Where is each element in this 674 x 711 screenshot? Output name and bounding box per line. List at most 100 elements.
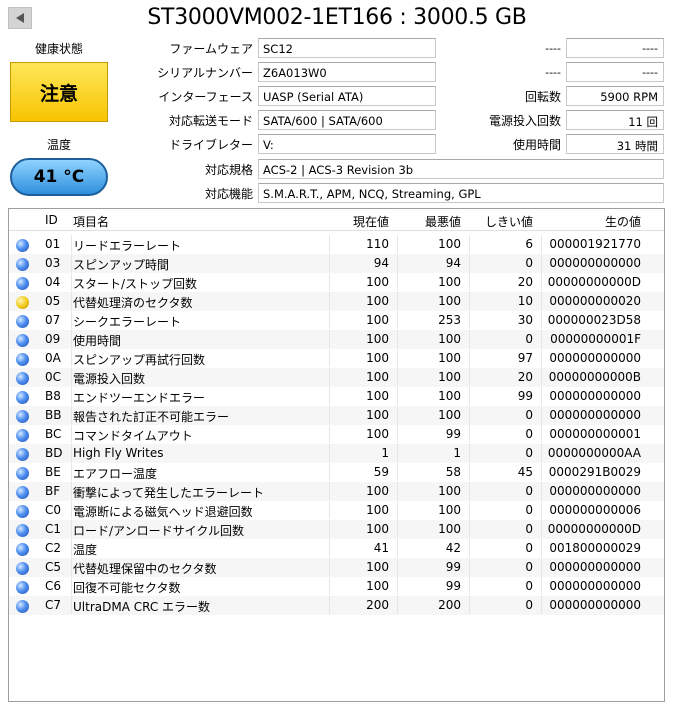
cell-raw: 000000023D58 <box>547 313 641 327</box>
cell-threshold: 0 <box>525 503 533 517</box>
cell-id: BE <box>45 465 61 479</box>
cell-raw: 000001921770 <box>549 237 641 251</box>
cell-id: 09 <box>45 332 61 346</box>
cell-current: 100 <box>366 427 389 441</box>
transfer-mode-label: 対応転送モード <box>168 114 253 128</box>
table-row[interactable]: 05 代替処理済のセクタ数 100 100 10 000000000020 <box>9 292 664 311</box>
cell-current: 1 <box>381 446 389 460</box>
unknown-field-2: ---- <box>566 62 664 82</box>
cell-id: BB <box>45 408 62 422</box>
cell-worst: 99 <box>445 560 461 574</box>
table-row[interactable]: C2 温度 41 42 0 001800000029 <box>9 539 664 558</box>
table-header: ID 項目名 現在値 最悪値 しきい値 生の値 <box>9 209 664 231</box>
column-divider <box>71 311 72 329</box>
column-divider <box>71 387 72 405</box>
power-hours-label: 使用時間 <box>512 138 561 152</box>
health-status-badge[interactable]: 注意 <box>10 62 108 122</box>
table-row[interactable]: 04 スタート/ストップ回数 100 100 20 00000000000D <box>9 273 664 292</box>
column-divider <box>71 368 72 386</box>
table-row[interactable]: C7 UltraDMA CRC エラー数 200 200 0 000000000000 <box>9 596 664 615</box>
cell-id: BC <box>45 427 62 441</box>
table-row[interactable]: BF 衝撃によって発生したエラーレート 100 100 0 000000000000 <box>9 482 664 501</box>
unknown-label-1: ---- <box>545 42 561 55</box>
status-dot-icon <box>16 315 29 328</box>
table-row[interactable]: 01 リードエラーレート 110 100 6 000001921770 <box>9 235 664 254</box>
cell-raw: 000000000000 <box>549 351 641 365</box>
cell-raw: 00000000000B <box>548 370 641 384</box>
cell-threshold: 0 <box>525 484 533 498</box>
status-dot-icon <box>16 334 29 347</box>
cell-id: BF <box>45 484 61 498</box>
header-worst[interactable]: 最悪値 <box>393 213 461 230</box>
header-raw[interactable]: 生の値 <box>537 213 641 230</box>
status-dot-icon <box>16 239 29 252</box>
table-row[interactable]: 09 使用時間 100 100 0 00000000001F <box>9 330 664 349</box>
cell-worst: 99 <box>445 579 461 593</box>
cell-raw: 000000000000 <box>549 579 641 593</box>
cell-current: 100 <box>366 579 389 593</box>
table-row[interactable]: C5 代替処理保留中のセクタ数 100 99 0 000000000000 <box>9 558 664 577</box>
cell-raw: 0000000000AA <box>547 446 641 460</box>
table-row[interactable]: BD High Fly Writes 1 1 0 0000000000AA <box>9 444 664 463</box>
status-dot-icon <box>16 600 29 613</box>
header-id[interactable]: ID <box>45 213 58 227</box>
status-dot-icon <box>16 562 29 575</box>
cell-current: 100 <box>366 313 389 327</box>
column-divider <box>71 406 72 424</box>
table-row[interactable]: 07 シークエラーレート 100 253 30 000000023D58 <box>9 311 664 330</box>
cell-current: 100 <box>366 484 389 498</box>
cell-current: 94 <box>373 256 389 270</box>
cell-name: コマンドタイムアウト <box>73 429 193 443</box>
cell-current: 110 <box>366 237 389 251</box>
cell-current: 100 <box>366 408 389 422</box>
column-divider <box>71 558 72 576</box>
cell-raw: 000000000000 <box>549 598 641 612</box>
cell-worst: 42 <box>445 541 461 555</box>
table-row[interactable]: B8 エンドツーエンドエラー 100 100 99 000000000000 <box>9 387 664 406</box>
cell-current: 200 <box>366 598 389 612</box>
unknown-label-2: ---- <box>545 66 561 79</box>
header-name[interactable]: 項目名 <box>73 213 109 230</box>
cell-id: C5 <box>45 560 62 574</box>
cell-threshold: 0 <box>525 427 533 441</box>
table-row[interactable]: 0A スピンアップ再試行回数 100 100 97 000000000000 <box>9 349 664 368</box>
table-row[interactable]: C1 ロード/アンロードサイクル回数 100 100 0 00000000000D <box>9 520 664 539</box>
serial-label: シリアルナンバー <box>157 66 253 80</box>
cell-name: UltraDMA CRC エラー数 <box>73 600 211 614</box>
cell-name: エアフロー温度 <box>73 467 158 481</box>
cell-threshold: 0 <box>525 408 533 422</box>
table-row[interactable]: BB 報告された訂正不可能エラー 100 100 0 000000000000 <box>9 406 664 425</box>
cell-id: 07 <box>45 313 61 327</box>
cell-current: 100 <box>366 370 389 384</box>
cell-id: C7 <box>45 598 62 612</box>
temperature-badge[interactable]: 41 °C <box>10 158 108 196</box>
table-row[interactable]: BC コマンドタイムアウト 100 99 0 000000000001 <box>9 425 664 444</box>
status-dot-icon <box>16 486 29 499</box>
health-status-label: 健康状態 <box>34 42 83 56</box>
cell-threshold: 0 <box>525 598 533 612</box>
cell-name: High Fly Writes <box>73 446 164 460</box>
cell-current: 41 <box>373 541 389 555</box>
interface-label: インターフェース <box>158 90 253 104</box>
smart-attributes-table[interactable]: ID 項目名 現在値 最悪値 しきい値 生の値 01 リードエラーレート 110 10… <box>8 208 665 702</box>
table-row[interactable]: C0 電源断による磁気ヘッド退避回数 100 100 0 000000000006 <box>9 501 664 520</box>
cell-name: スピンアップ再試行回数 <box>73 353 206 367</box>
cell-name: シークエラーレート <box>73 315 182 329</box>
cell-name: スピンアップ時間 <box>73 258 170 272</box>
firmware-field: SC12 <box>258 38 436 58</box>
header-current[interactable]: 現在値 <box>325 213 389 230</box>
cell-worst: 253 <box>438 313 461 327</box>
header-threshold[interactable]: しきい値 <box>465 213 533 230</box>
table-row[interactable]: C6 回復不可能セクタ数 100 99 0 000000000000 <box>9 577 664 596</box>
status-dot-icon <box>16 505 29 518</box>
table-row[interactable]: BE エアフロー温度 59 58 45 0000291B0029 <box>9 463 664 482</box>
cell-id: 0A <box>45 351 61 365</box>
cell-current: 100 <box>366 503 389 517</box>
table-row[interactable]: 0C 電源投入回数 100 100 20 00000000000B <box>9 368 664 387</box>
cell-worst: 100 <box>438 351 461 365</box>
cell-id: C6 <box>45 579 62 593</box>
column-divider <box>71 596 72 614</box>
disk-title: ST3000VM002-1ET166 : 3000.5 GB <box>147 5 527 30</box>
cell-worst: 94 <box>445 256 461 270</box>
table-row[interactable]: 03 スピンアップ時間 94 94 0 000000000000 <box>9 254 664 273</box>
